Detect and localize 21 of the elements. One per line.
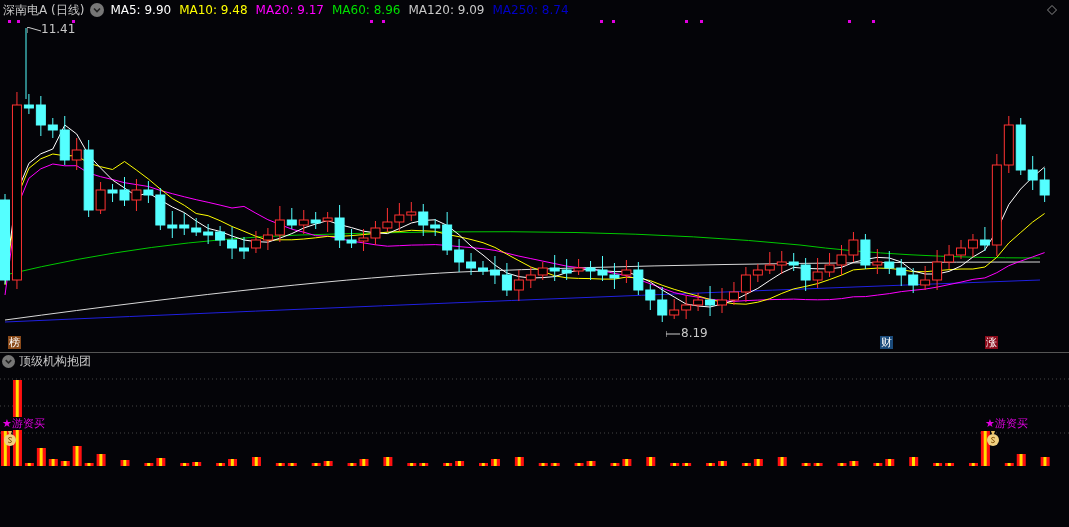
ma-value: MA10: 9.48 <box>179 3 248 17</box>
stock-title: 深南电A (日线) <box>3 1 85 19</box>
collapse-icon[interactable] <box>90 3 105 17</box>
event-marker[interactable]: 榜 <box>8 336 21 349</box>
high-price-label: 11.41 <box>41 22 76 36</box>
ma-value: MA250: 8.74 <box>492 3 569 17</box>
indicator-title: 顶级机构抱团 <box>19 352 91 370</box>
money-bag-icon <box>3 430 17 446</box>
signal-label: ★游资买 <box>985 417 1028 430</box>
signal-label: ★游资买 <box>2 417 45 430</box>
ma-value: MA20: 9.17 <box>255 3 324 17</box>
event-marker[interactable]: 涨 <box>985 336 998 349</box>
ma-value: MA120: 9.09 <box>408 3 485 17</box>
collapse-icon[interactable] <box>2 354 15 368</box>
ma-value: MA60: 8.96 <box>332 3 401 17</box>
leader-line <box>27 27 41 33</box>
leader-line <box>666 331 680 337</box>
money-bag-icon <box>986 430 1000 446</box>
ma-value: MA5: 9.90 <box>110 3 172 17</box>
event-marker[interactable]: 财 <box>880 336 893 349</box>
low-price-label: 8.19 <box>681 326 708 340</box>
